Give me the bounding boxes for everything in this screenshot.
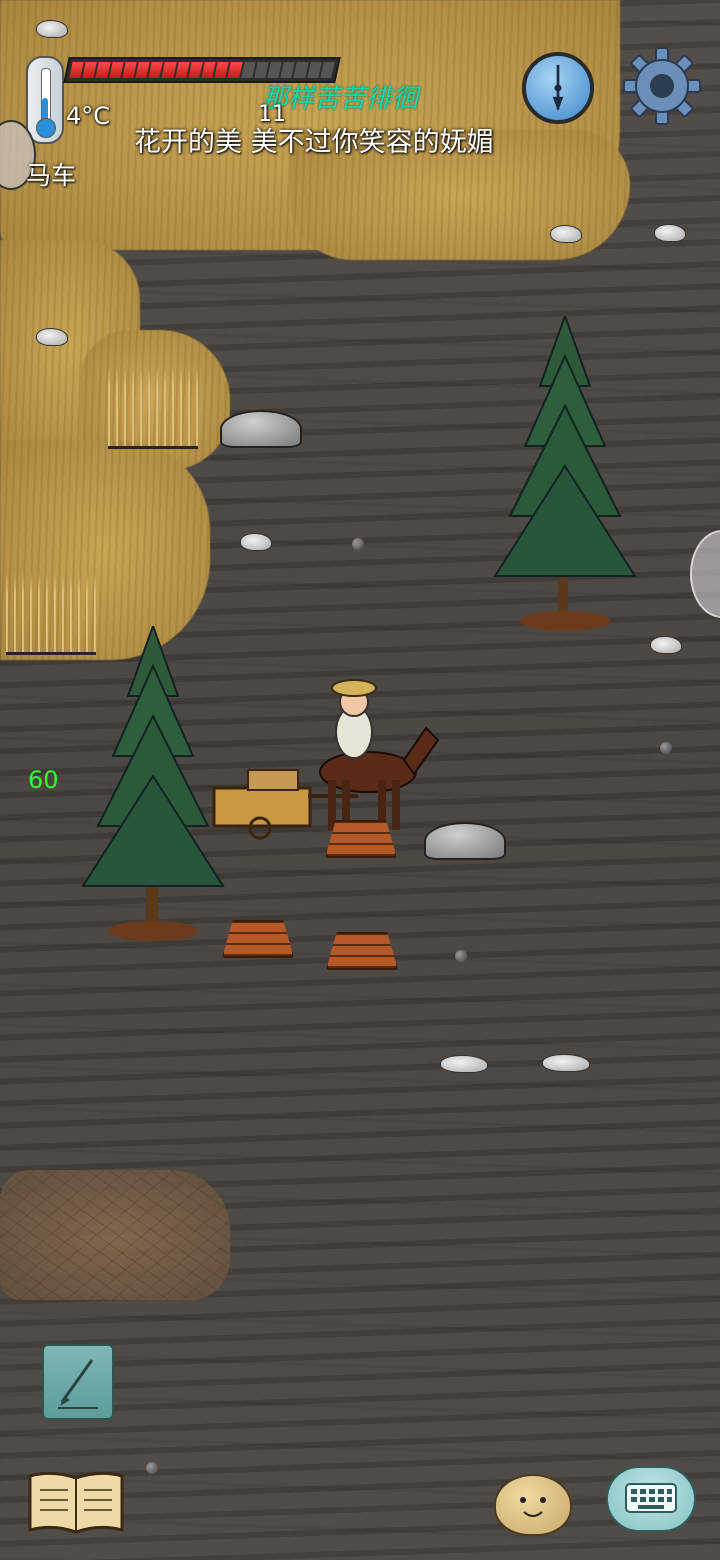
flint-rock[interactable] <box>36 20 68 38</box>
fps-counter: 60 <box>28 766 59 794</box>
food-pip <box>122 62 137 78</box>
flint-rock[interactable] <box>650 636 682 654</box>
flint-rock[interactable] <box>240 533 272 551</box>
flint-rock[interactable] <box>654 224 686 242</box>
food-pip <box>280 62 296 78</box>
adobe-brick-pile[interactable] <box>326 932 398 970</box>
food-pip <box>227 62 243 78</box>
food-pip <box>201 62 216 78</box>
food-pip <box>240 62 256 78</box>
potato-face-icon[interactable] <box>494 1474 572 1536</box>
flint-rock[interactable] <box>36 328 68 346</box>
thermometer-icon <box>26 56 64 144</box>
pebble[interactable] <box>660 742 672 754</box>
food-pip <box>82 62 98 78</box>
food-pip <box>188 62 203 78</box>
food-pip <box>293 62 309 78</box>
compass-icon[interactable] <box>522 52 594 124</box>
pebble[interactable] <box>146 1462 158 1474</box>
pine-tree[interactable] <box>490 316 640 636</box>
adobe-brick-pile[interactable] <box>325 820 397 858</box>
food-pip <box>214 62 230 78</box>
temperature-readout: 4°C <box>66 102 111 130</box>
food-pip <box>95 62 111 78</box>
flint-rock[interactable] <box>440 1055 488 1073</box>
dirt-patch <box>0 1170 230 1300</box>
big-rock[interactable] <box>220 410 302 448</box>
food-pip <box>320 62 335 78</box>
food-pip <box>306 62 322 78</box>
pine-tree[interactable] <box>78 626 228 946</box>
wheat-reeds[interactable] <box>108 366 198 449</box>
food-pip <box>174 62 190 78</box>
pebble[interactable] <box>352 538 364 550</box>
gear-icon[interactable] <box>622 46 702 126</box>
flint-rock[interactable] <box>542 1054 590 1072</box>
food-pip <box>148 62 164 78</box>
adobe-brick-pile[interactable] <box>222 920 294 958</box>
lyric-line-2: 花开的美 美不过你笑容的妩媚 <box>134 127 494 158</box>
keyboard-icon[interactable] <box>606 1466 696 1532</box>
food-pip <box>161 62 177 78</box>
food-pip <box>108 62 124 78</box>
pebble[interactable] <box>455 950 467 962</box>
flint-rock[interactable] <box>550 225 582 243</box>
age-readout: 11 <box>258 102 286 127</box>
food-pip <box>254 62 269 78</box>
player-on-horse-cart[interactable] <box>208 670 440 840</box>
food-pip <box>69 62 84 78</box>
book-icon[interactable] <box>26 1468 126 1536</box>
held-item-label: 马车 <box>26 161 77 190</box>
food-pip <box>267 62 282 78</box>
pen-icon[interactable] <box>42 1344 114 1420</box>
food-pip <box>135 62 150 78</box>
